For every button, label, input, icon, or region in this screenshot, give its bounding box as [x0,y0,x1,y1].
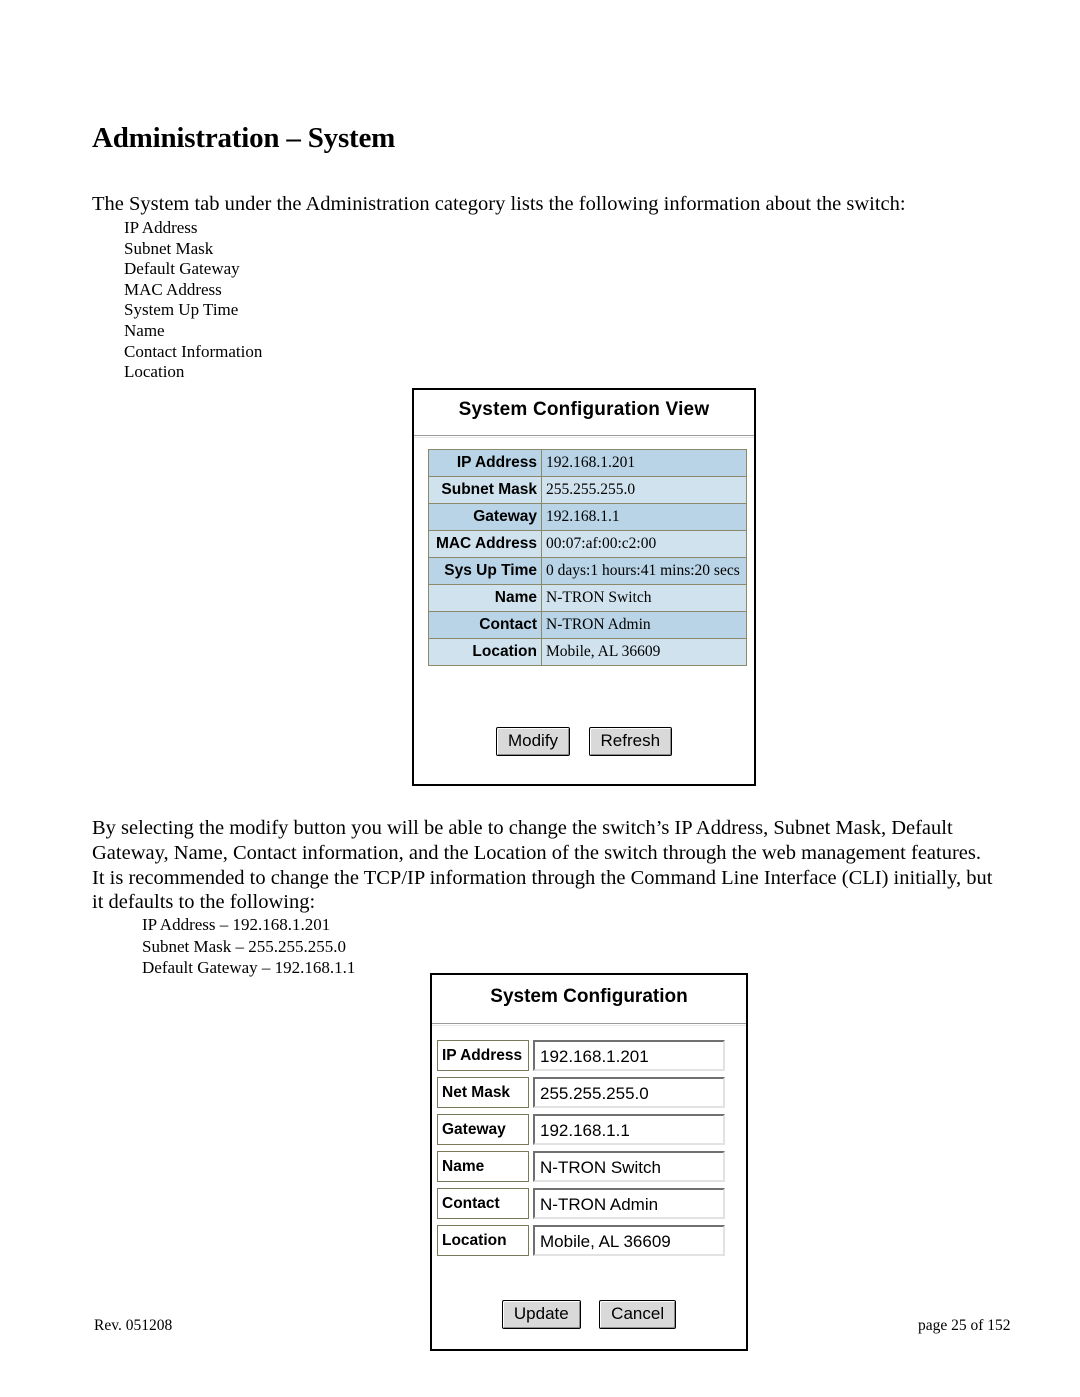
form-row: IP Address 192.168.1.201 [437,1037,737,1074]
name-input[interactable]: N-TRON Switch [533,1151,725,1182]
list-item: Default Gateway – 192.168.1.1 [142,958,356,977]
page-title: Administration – System [92,122,396,154]
table-row: Gateway 192.168.1.1 [428,503,747,531]
system-configuration-view-panel: System Configuration View IP Address 192… [412,388,756,786]
ip-address-input[interactable]: 192.168.1.201 [533,1040,725,1071]
gateway-input[interactable]: 192.168.1.1 [533,1114,725,1145]
system-info-table: IP Address 192.168.1.201 Subnet Mask 255… [428,449,747,666]
row-value: 00:07:af:00:c2:00 [541,530,747,558]
view-panel-buttons: Modify Refresh [414,727,754,756]
list-item: Subnet Mask – 255.255.255.0 [142,936,346,956]
list-item: MAC Address [124,279,222,299]
row-value: N-TRON Switch [541,584,747,612]
row-label: MAC Address [428,530,542,558]
table-row: Location Mobile, AL 36609 [428,638,747,666]
list-item: Contact Information [124,341,263,361]
ip-address-label: IP Address [437,1040,529,1071]
row-label: Contact [428,611,542,639]
form-row: Contact N-TRON Admin [437,1185,737,1222]
row-value: Mobile, AL 36609 [541,638,747,666]
view-panel-title: System Configuration View [458,399,710,420]
row-value: 192.168.1.1 [541,503,747,531]
table-row: Contact N-TRON Admin [428,611,747,639]
form-row: Name N-TRON Switch [437,1148,737,1185]
location-input[interactable]: Mobile, AL 36609 [533,1225,725,1256]
net-mask-input[interactable]: 255.255.255.0 [533,1077,725,1108]
feature-list: IP Address Subnet Mask Default Gateway M… [124,218,262,383]
system-configuration-edit-panel: System Configuration IP Address 192.168.… [430,973,748,1351]
refresh-button[interactable]: Refresh [588,727,673,756]
footer-revision: Rev. 051208 [94,1317,173,1334]
contact-input[interactable]: N-TRON Admin [533,1188,725,1219]
row-value: 192.168.1.201 [541,449,747,477]
document-page: Administration – System The System tab u… [0,0,1080,1397]
row-value: N-TRON Admin [541,611,747,639]
list-item: Location [124,362,185,382]
row-value: 0 days:1 hours:41 mins:20 secs [541,557,747,585]
table-row: Sys Up Time 0 days:1 hours:41 mins:20 se… [428,557,747,585]
row-label: IP Address [428,449,542,477]
form-row: Gateway 192.168.1.1 [437,1111,737,1148]
panel-divider [414,435,754,438]
name-label: Name [437,1151,529,1182]
list-item: Subnet Mask [124,238,214,258]
modify-button[interactable]: Modify [495,727,571,756]
gateway-label: Gateway [437,1114,529,1145]
list-item: Name [124,320,165,340]
form-row: Location Mobile, AL 36609 [437,1222,737,1259]
list-item: System Up Time [124,300,239,320]
footer-page-number: page 25 of 152 [918,1317,1011,1334]
net-mask-label: Net Mask [437,1077,529,1108]
form-row: Net Mask 255.255.255.0 [437,1074,737,1111]
row-label: Gateway [428,503,542,531]
edit-panel-title: System Configuration [490,986,688,1007]
list-item: IP Address [124,218,198,237]
table-row: Subnet Mask 255.255.255.0 [428,476,747,504]
modify-description-paragraph: By selecting the modify button you will … [92,817,993,914]
contact-label: Contact [437,1188,529,1219]
cancel-button[interactable]: Cancel [599,1300,677,1329]
defaults-list: IP Address – 192.168.1.201 Subnet Mask –… [142,914,355,979]
panel-divider [432,1023,746,1026]
list-item: Default Gateway [124,259,240,279]
table-row: IP Address 192.168.1.201 [428,449,747,477]
intro-paragraph: The System tab under the Administration … [92,193,906,215]
row-label: Name [428,584,542,612]
row-label: Sys Up Time [428,557,542,585]
table-row: MAC Address 00:07:af:00:c2:00 [428,530,747,558]
update-button[interactable]: Update [501,1300,581,1329]
row-label: Subnet Mask [428,476,542,504]
location-label: Location [437,1225,529,1256]
row-label: Location [428,638,542,666]
table-row: Name N-TRON Switch [428,584,747,612]
row-value: 255.255.255.0 [541,476,747,504]
edit-panel-buttons: Update Cancel [432,1300,746,1329]
list-item: IP Address – 192.168.1.201 [142,915,331,934]
system-configuration-form: IP Address 192.168.1.201 Net Mask 255.25… [437,1037,737,1259]
